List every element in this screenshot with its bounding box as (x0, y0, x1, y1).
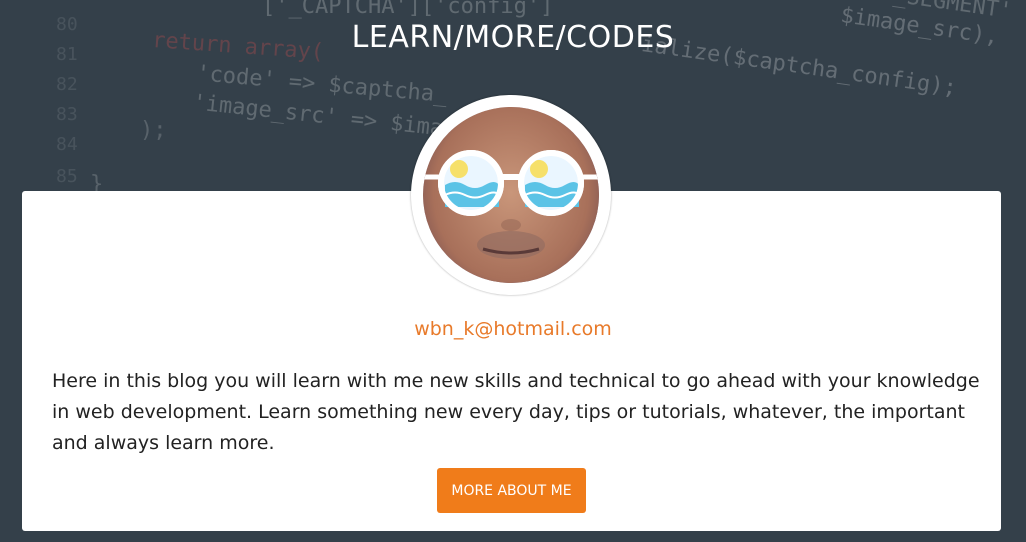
more-about-me-button[interactable]: MORE ABOUT ME (437, 468, 586, 513)
code-line: ['_CAPTCHA']['config'] (262, 0, 554, 19)
line-number: 82 (56, 74, 78, 95)
avatar-photo (423, 107, 599, 283)
line-number: 83 (56, 104, 78, 125)
line-number: 85 (56, 166, 78, 187)
site-title: LEARN/MORE/CODES (351, 20, 675, 55)
avatar (411, 95, 611, 295)
line-number: 84 (56, 134, 78, 155)
code-line: ); (140, 118, 167, 143)
profile-email: wbn_k@hotmail.com (414, 318, 612, 340)
profile-bio: Here in this blog you will learn with me… (52, 370, 980, 454)
